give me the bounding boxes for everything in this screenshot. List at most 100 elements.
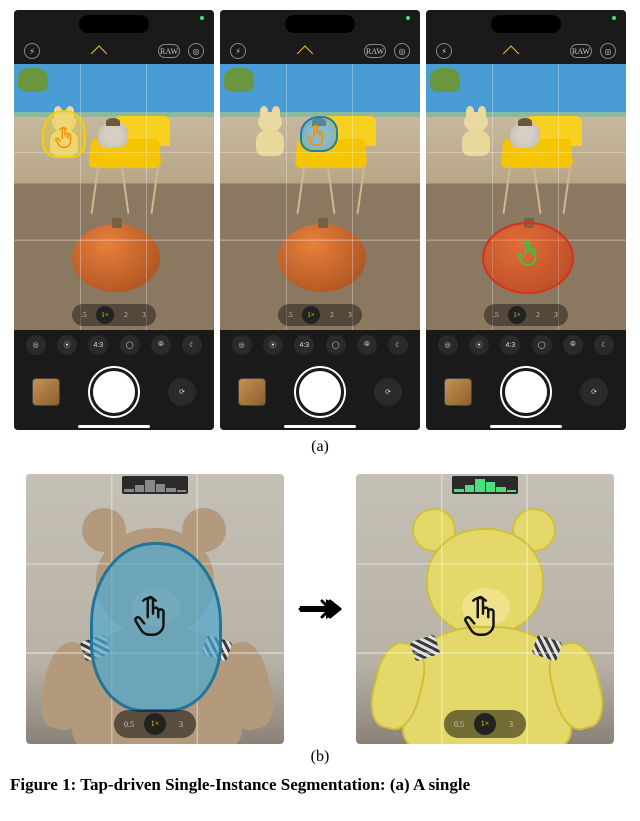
- zoom-3[interactable]: 3: [344, 311, 356, 319]
- toy-fox: [250, 112, 290, 156]
- camera-topbar: ⚡︎ RAW ◎: [14, 38, 214, 64]
- flash-icon[interactable]: ⚡︎: [230, 43, 246, 59]
- option-button-6[interactable]: ☾: [388, 335, 408, 355]
- phone-screenshot-1: ⚡︎ RAW ◎: [14, 10, 214, 430]
- option-button-5[interactable]: ⦾: [151, 335, 171, 355]
- zoom-selector[interactable]: 0.5 1× 3: [444, 710, 526, 738]
- zoom-1x[interactable]: 1×: [508, 306, 526, 324]
- last-photo-thumbnail[interactable]: [32, 378, 60, 406]
- zoom-0.5[interactable]: 0.5: [122, 720, 136, 729]
- aspect-ratio-button[interactable]: 4:3: [500, 335, 520, 355]
- camera-topbar: ⚡︎ RAW ◎: [426, 38, 626, 64]
- chevron-up-icon[interactable]: [503, 45, 520, 62]
- last-photo-thumbnail[interactable]: [444, 378, 472, 406]
- hdr-icon[interactable]: ◎: [188, 43, 204, 59]
- zoom-0.5[interactable]: .5: [78, 311, 90, 319]
- switch-camera-button[interactable]: ⟳: [374, 378, 402, 406]
- option-button-5[interactable]: ⦾: [563, 335, 583, 355]
- phone-screenshot-3: ⚡︎ RAW ◎: [426, 10, 626, 430]
- subfigure-a-row: ⚡︎ RAW ◎: [10, 10, 630, 430]
- option-button-4[interactable]: ◯: [120, 335, 140, 355]
- option-button-6[interactable]: ☾: [182, 335, 202, 355]
- raw-toggle[interactable]: RAW: [364, 44, 386, 58]
- zoom-selector[interactable]: 0.5 1× 3: [114, 710, 196, 738]
- camera-indicator-icon: [200, 16, 204, 20]
- figure-1: ⚡︎ RAW ◎: [10, 10, 630, 797]
- chevron-up-icon[interactable]: [297, 45, 314, 62]
- shutter-row: ⟳: [426, 360, 626, 424]
- chevron-up-icon[interactable]: [91, 45, 108, 62]
- zoom-0.5[interactable]: 0.5: [452, 720, 466, 729]
- pumpkin: [72, 224, 160, 292]
- status-bar: [220, 10, 420, 38]
- camera-viewfinder[interactable]: .5 1× 2 3: [220, 64, 420, 330]
- camera-topbar: ⚡︎ RAW ◎: [220, 38, 420, 64]
- zoom-3[interactable]: 3: [174, 720, 188, 729]
- option-button-2[interactable]: ⦿: [263, 335, 283, 355]
- camera-options-row: ◎ ⦿ 4:3 ◯ ⦾ ☾: [426, 330, 626, 360]
- shutter-button[interactable]: [296, 368, 344, 416]
- zoom-3[interactable]: 3: [138, 311, 150, 319]
- dynamic-island: [79, 15, 149, 33]
- zoom-2[interactable]: 2: [120, 311, 132, 319]
- camera-viewfinder[interactable]: .5 1× 2 3: [14, 64, 214, 330]
- zoom-selector[interactable]: .5 1× 2 3: [72, 304, 156, 326]
- zoom-selector[interactable]: .5 1× 2 3: [484, 304, 568, 326]
- shutter-button[interactable]: [90, 368, 138, 416]
- pumpkin: [278, 224, 366, 292]
- teddy-bear-segmented: [382, 508, 592, 744]
- raw-toggle[interactable]: RAW: [570, 44, 592, 58]
- dynamic-island: [285, 15, 355, 33]
- option-button-5[interactable]: ⦾: [357, 335, 377, 355]
- subfigure-b-label: (b): [10, 748, 630, 766]
- raw-toggle[interactable]: RAW: [158, 44, 180, 58]
- option-button-6[interactable]: ☾: [594, 335, 614, 355]
- zoom-1x[interactable]: 1×: [302, 306, 320, 324]
- subfigure-a-label: (a): [10, 438, 630, 456]
- option-button-4[interactable]: ◯: [326, 335, 346, 355]
- zoom-1x[interactable]: 1×: [96, 306, 114, 324]
- status-bar: [426, 10, 626, 38]
- switch-camera-button[interactable]: ⟳: [168, 378, 196, 406]
- switch-camera-button[interactable]: ⟳: [580, 378, 608, 406]
- zoom-0.5[interactable]: .5: [490, 311, 502, 319]
- scene-background: [220, 64, 420, 330]
- zoom-1x[interactable]: 1×: [474, 713, 496, 735]
- zoom-selector[interactable]: .5 1× 2 3: [278, 304, 362, 326]
- last-photo-thumbnail[interactable]: [238, 378, 266, 406]
- aspect-ratio-button[interactable]: 4:3: [294, 335, 314, 355]
- shutter-row: ⟳: [220, 360, 420, 424]
- shutter-button[interactable]: [502, 368, 550, 416]
- arrow-right-icon: [298, 595, 342, 623]
- status-bar: [14, 10, 214, 38]
- zoom-3[interactable]: 3: [504, 720, 518, 729]
- histogram-icon: [452, 476, 518, 494]
- phone-screenshot-2: ⚡︎ RAW ◎: [220, 10, 420, 430]
- zoom-1x[interactable]: 1×: [144, 713, 166, 735]
- option-button-4[interactable]: ◯: [532, 335, 552, 355]
- scene-background: [426, 64, 626, 330]
- camera-indicator-icon: [406, 16, 410, 20]
- flash-icon[interactable]: ⚡︎: [24, 43, 40, 59]
- zoom-0.5[interactable]: .5: [284, 311, 296, 319]
- toy-fox: [456, 112, 496, 156]
- figure-caption: Figure 1: Tap-driven Single-Instance Seg…: [10, 774, 630, 797]
- option-button-1[interactable]: ◎: [26, 335, 46, 355]
- option-button-2[interactable]: ⦿: [469, 335, 489, 355]
- home-indicator: [426, 424, 626, 430]
- option-button-1[interactable]: ◎: [438, 335, 458, 355]
- hdr-icon[interactable]: ◎: [394, 43, 410, 59]
- option-button-2[interactable]: ⦿: [57, 335, 77, 355]
- toy-fox: [44, 112, 84, 156]
- zoom-2[interactable]: 2: [532, 311, 544, 319]
- flash-icon[interactable]: ⚡︎: [436, 43, 452, 59]
- pumpkin: [484, 224, 572, 292]
- aspect-ratio-button[interactable]: 4:3: [88, 335, 108, 355]
- camera-options-row: ◎ ⦿ 4:3 ◯ ⦾ ☾: [14, 330, 214, 360]
- option-button-1[interactable]: ◎: [232, 335, 252, 355]
- zoom-3[interactable]: 3: [550, 311, 562, 319]
- zoom-2[interactable]: 2: [326, 311, 338, 319]
- home-indicator: [220, 424, 420, 430]
- hdr-icon[interactable]: ◎: [600, 43, 616, 59]
- camera-viewfinder[interactable]: .5 1× 2 3: [426, 64, 626, 330]
